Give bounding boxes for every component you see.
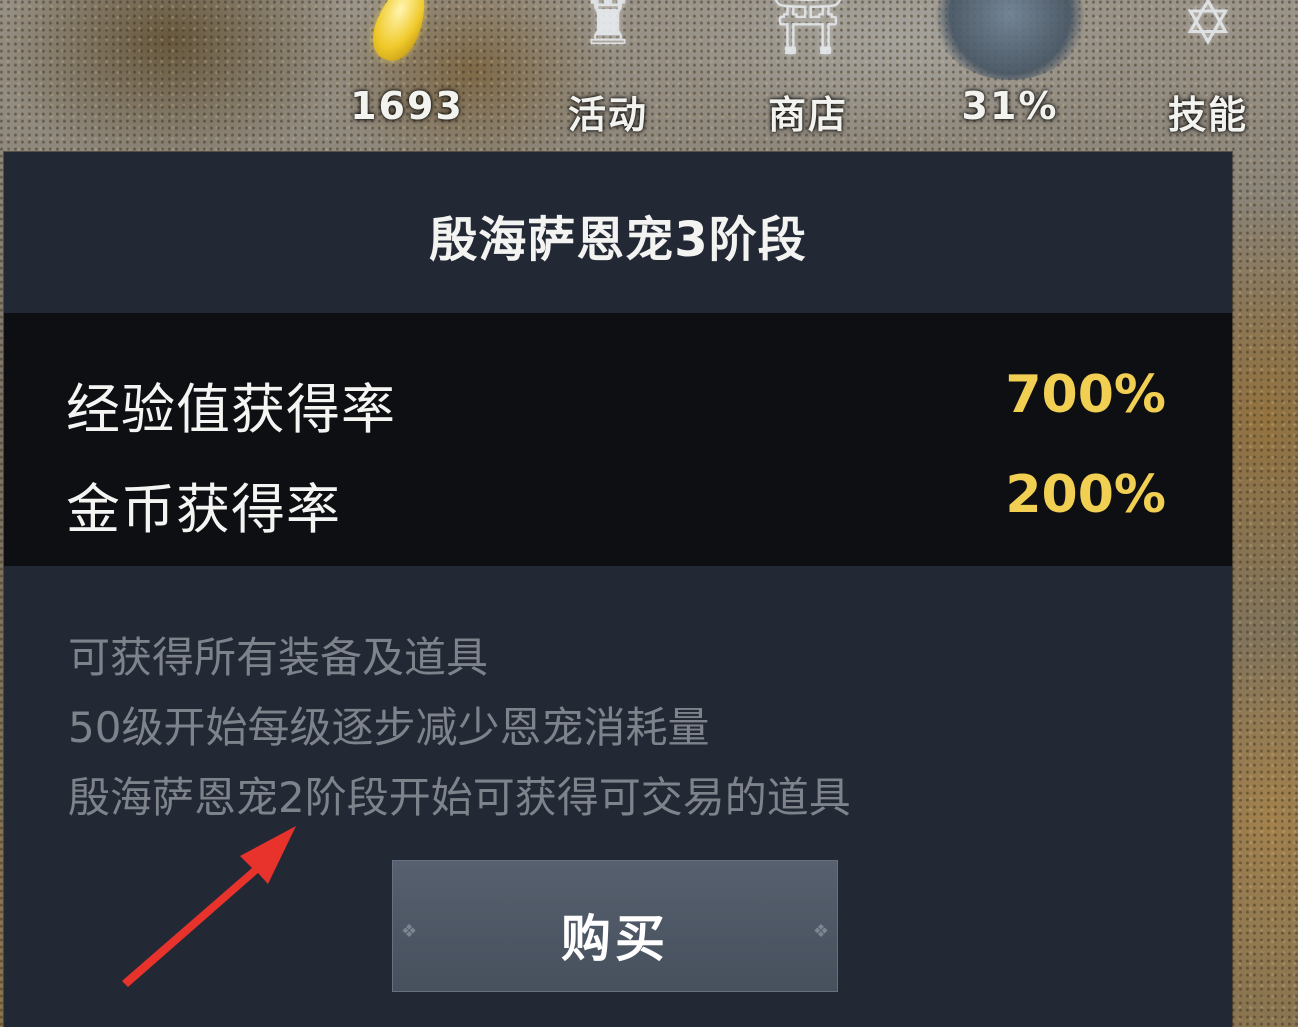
stat-name-gold: 金币获得率	[66, 478, 341, 541]
shop-label: 商店	[767, 93, 848, 137]
gold-leaf-icon	[364, 0, 436, 68]
activity-chest-icon: ♜	[580, 0, 636, 59]
hud-shop[interactable]: ⛩ 商店	[743, 0, 873, 150]
shop-icon: ⛩	[768, 0, 848, 59]
buy-button-label: 购买	[561, 910, 669, 968]
description-line-2: 50级开始每级逐步减少恩宠消耗量	[68, 703, 710, 752]
blessing-dialog: 殷海萨恩宠3阶段 经验值获得率 700% 金币获得率 200% 可获得所有装备及…	[4, 152, 1232, 1027]
hud-skill[interactable]: ✡ 技能	[1143, 0, 1273, 150]
description-line-1: 可获得所有装备及道具	[68, 633, 489, 682]
stat-name-exp: 经验值获得率	[66, 378, 396, 441]
activity-label: 活动	[567, 93, 648, 137]
description-line-3: 殷海萨恩宠2阶段开始可获得可交易的道具	[68, 773, 851, 822]
hud-blessing[interactable]: 31%	[935, 0, 1085, 150]
stat-row-gold: 金币获得率 200%	[66, 465, 1166, 541]
currency-amount: 1693	[350, 84, 464, 128]
game-screen: 1693 ♜ 活动 ⛩ 商店 31% ✡ 技能 殷海萨恩宠3阶段 经验值获得率 …	[0, 0, 1298, 1027]
dialog-title: 殷海萨恩宠3阶段	[429, 212, 807, 268]
hud-activity[interactable]: ♜ 活动	[543, 0, 673, 150]
buy-button[interactable]: ❖ 购买 ❖	[392, 860, 838, 992]
skill-label: 技能	[1167, 93, 1248, 137]
hud-currency[interactable]: 1693	[342, 0, 472, 150]
skill-icon: ✡	[1182, 0, 1234, 59]
button-ornament-right-icon: ❖	[812, 921, 829, 942]
stat-row-exp: 经验值获得率 700%	[66, 365, 1166, 441]
rune-helmet-icon	[935, 0, 1085, 80]
stat-value-gold: 200%	[1005, 465, 1166, 525]
blessing-percent: 31%	[961, 84, 1059, 128]
stats-panel: 经验值获得率 700% 金币获得率 200%	[4, 313, 1232, 566]
stat-value-exp: 700%	[1005, 365, 1166, 425]
